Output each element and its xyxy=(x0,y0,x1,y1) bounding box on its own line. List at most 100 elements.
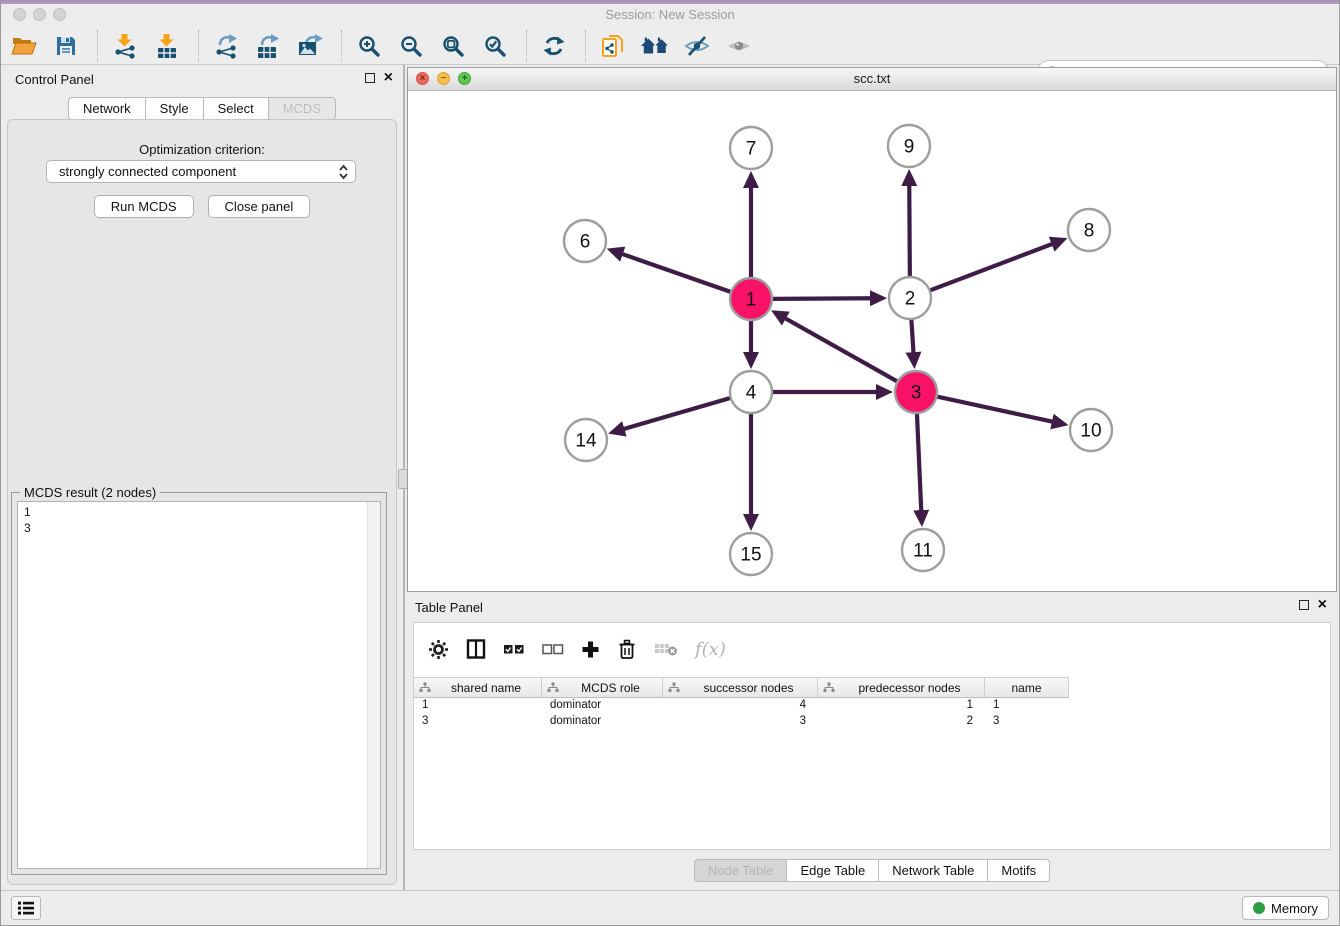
zoom-selected-icon[interactable] xyxy=(480,31,510,61)
export-network-icon[interactable] xyxy=(211,31,241,61)
tab-edge-table-label: Edge Table xyxy=(800,863,865,878)
toolbar-separator xyxy=(198,30,199,62)
criterion-select[interactable]: strongly connected component xyxy=(46,160,356,183)
function-builder-icon[interactable]: f(x) xyxy=(695,639,726,660)
graph-node-11[interactable]: 11 xyxy=(902,529,944,571)
graph-node-3[interactable]: 3 xyxy=(895,371,937,413)
refresh-view-icon[interactable] xyxy=(539,31,569,61)
column-label: MCDS role xyxy=(559,681,662,695)
tab-edge-table[interactable]: Edge Table xyxy=(786,859,878,882)
tab-style[interactable]: Style xyxy=(145,97,203,120)
graph-edge-1-2[interactable] xyxy=(773,298,873,299)
task-history-button[interactable] xyxy=(11,896,41,920)
table-row[interactable]: 1dominator411 xyxy=(414,697,1330,713)
table-cell[interactable]: 1 xyxy=(414,697,542,713)
open-session-icon[interactable] xyxy=(9,31,39,61)
tab-network-table-label: Network Table xyxy=(892,863,974,878)
tab-select[interactable]: Select xyxy=(203,97,268,120)
close-panel-button[interactable]: Close panel xyxy=(208,195,311,218)
memory-label: Memory xyxy=(1271,901,1318,916)
main-toolbar xyxy=(1,27,1339,65)
delete-trash-icon[interactable] xyxy=(617,638,637,660)
tab-network[interactable]: Network xyxy=(68,97,145,120)
graph-edge-3-1[interactable] xyxy=(783,317,897,381)
memory-button[interactable]: Memory xyxy=(1242,896,1329,920)
table-row[interactable]: 3dominator323 xyxy=(414,713,1330,729)
titlebar: Session: New Session xyxy=(1,4,1339,27)
network-canvas[interactable]: 7 9 6 8 1 2 4 3 14 10 15 11 xyxy=(408,91,1336,591)
table-settings-gear-icon[interactable] xyxy=(428,639,449,660)
column-label: successor nodes xyxy=(680,681,817,695)
tab-node-table[interactable]: Node Table xyxy=(694,859,787,882)
graph-edge-3-10[interactable] xyxy=(937,397,1054,422)
column-header-mcds-role[interactable]: MCDS role xyxy=(542,678,663,697)
table-cell[interactable]: dominator xyxy=(542,697,663,713)
show-columns-icon[interactable] xyxy=(466,639,486,659)
graph-edge-2-8[interactable] xyxy=(931,243,1055,290)
graph-edge-3-11[interactable] xyxy=(917,414,921,513)
tab-mcds-label: MCDS xyxy=(283,101,321,116)
table-cell[interactable]: 1 xyxy=(985,697,1069,713)
save-session-icon[interactable] xyxy=(51,31,81,61)
zoom-out-icon[interactable] xyxy=(396,31,426,61)
graph-node-2[interactable]: 2 xyxy=(889,277,931,319)
add-row-plus-icon[interactable] xyxy=(581,640,600,659)
column-type-icon xyxy=(668,682,680,693)
table-cell[interactable]: 3 xyxy=(985,713,1069,729)
graph-edge-4-14[interactable] xyxy=(622,398,730,430)
graph-node-label: 9 xyxy=(904,137,915,158)
column-header-shared-name[interactable]: shared name xyxy=(414,678,542,697)
zoom-fit-icon[interactable] xyxy=(438,31,468,61)
select-all-columns-icon[interactable] xyxy=(503,642,525,656)
result-scrollbar[interactable] xyxy=(367,502,380,868)
float-panel-icon[interactable] xyxy=(365,73,375,83)
graph-node-7[interactable]: 7 xyxy=(730,127,772,169)
import-network-icon[interactable] xyxy=(110,31,140,61)
graph-node-label: 3 xyxy=(911,383,922,404)
clone-network-icon[interactable] xyxy=(598,31,628,61)
show-eye-icon[interactable] xyxy=(724,31,754,61)
graph-edge-2-3[interactable] xyxy=(911,320,913,355)
table-cell[interactable]: 2 xyxy=(818,713,985,729)
graph-node-9[interactable]: 9 xyxy=(888,125,930,167)
export-image-icon[interactable] xyxy=(295,31,325,61)
tab-network-table[interactable]: Network Table xyxy=(878,859,987,882)
houses-icon[interactable] xyxy=(640,31,670,61)
table-cell[interactable]: 3 xyxy=(414,713,542,729)
graph-node-4[interactable]: 4 xyxy=(730,371,772,413)
table-header-row: shared name MCDS role successor nodes pr… xyxy=(414,677,1069,698)
table-cell[interactable]: 1 xyxy=(818,697,985,713)
column-header-name[interactable]: name xyxy=(985,678,1069,697)
window-title: Session: New Session xyxy=(1,7,1339,22)
import-table-icon[interactable] xyxy=(152,31,182,61)
graph-node-14[interactable]: 14 xyxy=(565,419,607,461)
export-table-icon[interactable] xyxy=(253,31,283,61)
close-table-panel-icon[interactable]: × xyxy=(1318,600,1327,610)
unselect-all-columns-icon[interactable] xyxy=(542,642,564,656)
tab-motifs[interactable]: Motifs xyxy=(987,859,1050,882)
table-cell[interactable]: 4 xyxy=(663,697,818,713)
close-panel-icon[interactable]: × xyxy=(384,73,393,83)
graph-node-8[interactable]: 8 xyxy=(1068,209,1110,251)
hide-eye-slash-icon[interactable] xyxy=(682,31,712,61)
table-cell[interactable]: 3 xyxy=(663,713,818,729)
table-cell[interactable]: dominator xyxy=(542,713,663,729)
zoom-in-icon[interactable] xyxy=(354,31,384,61)
graph-node-10[interactable]: 10 xyxy=(1070,409,1112,451)
control-panel: Control Panel × Network Style Select MCD… xyxy=(1,65,403,893)
graph-edge-1-6[interactable] xyxy=(620,253,730,292)
run-mcds-button[interactable]: Run MCDS xyxy=(94,195,194,218)
mcds-tab-content: Optimization criterion: strongly connect… xyxy=(7,119,397,885)
network-window-titlebar[interactable]: × − + scc.txt xyxy=(408,68,1336,91)
delete-table-icon[interactable] xyxy=(654,641,678,657)
float-table-panel-icon[interactable] xyxy=(1299,600,1309,610)
mcds-result-box: MCDS result (2 nodes) 1 3 xyxy=(11,492,387,875)
graph-node-1[interactable]: 1 xyxy=(730,278,772,320)
column-header-successor-nodes[interactable]: successor nodes xyxy=(663,678,818,697)
column-header-predecessor-nodes[interactable]: predecessor nodes xyxy=(818,678,985,697)
graph-node-6[interactable]: 6 xyxy=(564,220,606,262)
graph-node-15[interactable]: 15 xyxy=(730,533,772,575)
mcds-result-area[interactable]: 1 3 xyxy=(17,501,381,869)
graph-edge-2-9[interactable] xyxy=(909,183,910,276)
tab-mcds[interactable]: MCDS xyxy=(268,97,336,120)
